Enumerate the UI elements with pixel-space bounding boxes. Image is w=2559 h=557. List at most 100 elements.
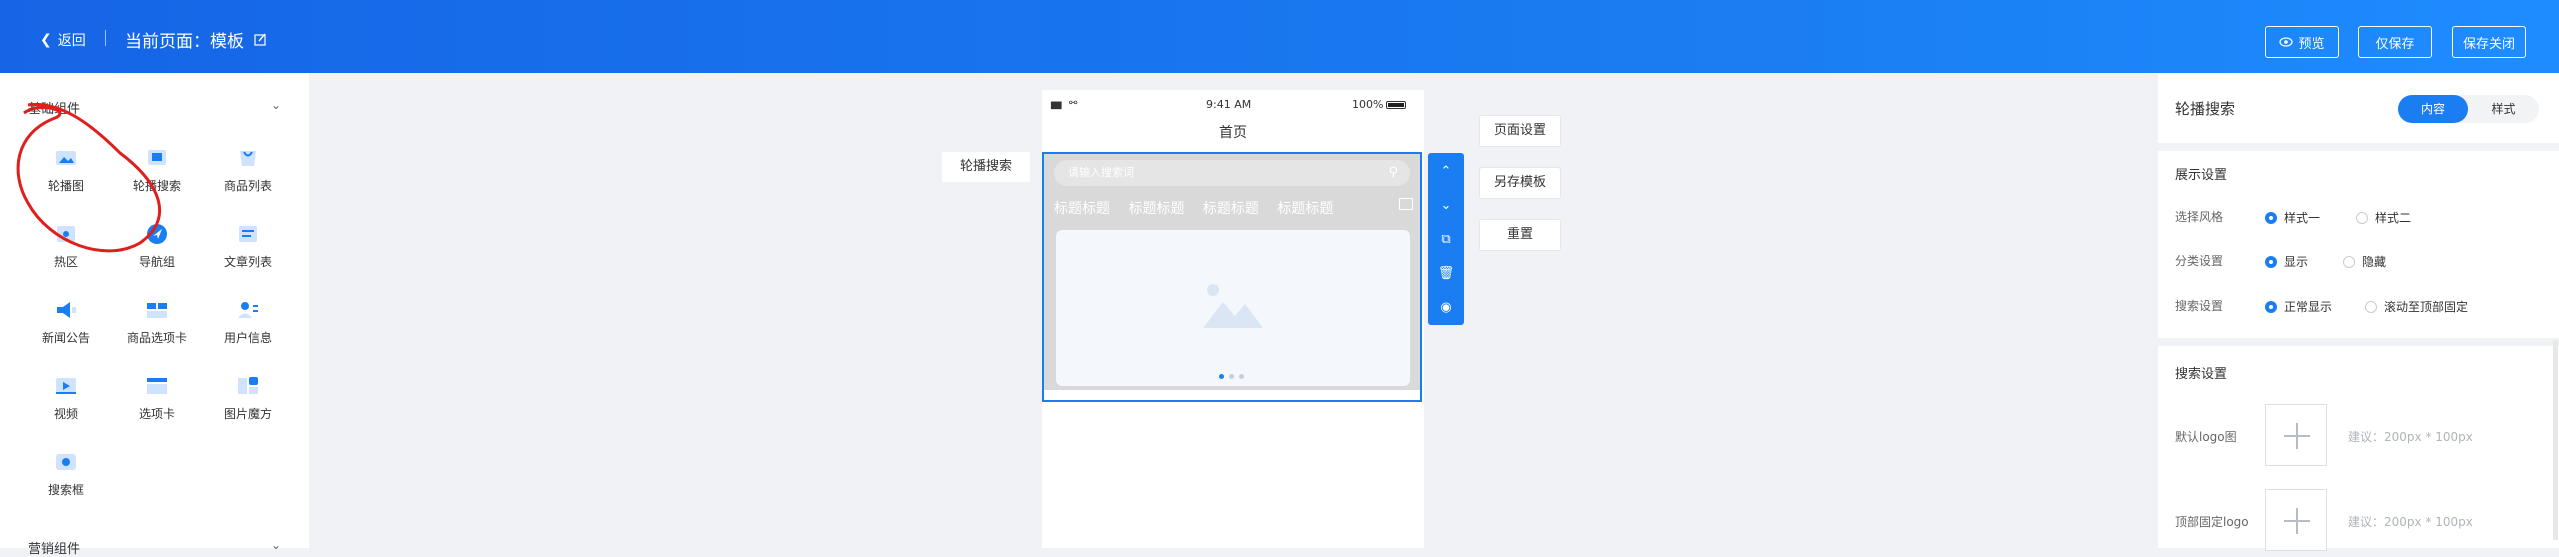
tab-style[interactable]: 样式	[2468, 95, 2539, 123]
style-option-1[interactable]: 样式一	[2265, 209, 2320, 226]
component-toolbar: ⌃ ⌄ ⧉ 🗑 ◉	[1428, 153, 1464, 325]
radio-unchecked	[2365, 300, 2377, 313]
component-label: 选项卡	[138, 407, 175, 421]
radio-unchecked	[2343, 255, 2355, 268]
radio-unchecked	[2356, 211, 2368, 224]
category-option-show[interactable]: 显示	[2265, 253, 2308, 270]
radio-label: 正常显示	[2284, 300, 2333, 314]
back-label: 返回	[57, 33, 86, 49]
radio-checked	[2265, 211, 2277, 224]
video-icon	[53, 373, 79, 399]
component-label: 文章列表	[223, 255, 272, 269]
style-option-2[interactable]: 样式二	[2356, 209, 2411, 226]
component-video[interactable]: 视频	[20, 373, 112, 422]
component-label: 热区	[53, 255, 78, 269]
search-section-title: 搜索设置	[2175, 367, 2228, 382]
move-down-icon[interactable]: ⌄	[1437, 197, 1455, 215]
component-label: 商品选项卡	[126, 331, 187, 345]
search-option-normal[interactable]: 正常显示	[2265, 298, 2332, 315]
component-label: 用户信息	[223, 331, 272, 345]
eye-icon[interactable]: ◉	[1437, 299, 1455, 317]
save-close-label: 保存关闭	[2462, 36, 2515, 52]
save-only-label: 仅保存	[2375, 36, 2415, 52]
radio-label: 样式一	[2284, 211, 2321, 225]
default-logo-upload[interactable]	[2265, 404, 2327, 466]
current-page-label: 当前页面：模板	[125, 32, 244, 52]
divider	[105, 30, 106, 46]
save-only-button[interactable]: 仅保存	[2358, 26, 2432, 58]
component-article-list[interactable]: 文章列表	[202, 221, 294, 270]
page-settings-button[interactable]: 页面设置	[1479, 115, 1561, 147]
scrollbar[interactable]	[2553, 340, 2558, 540]
save-as-template-button[interactable]: 另存模板	[1479, 167, 1561, 199]
radio-label: 滚动至顶部固定	[2384, 300, 2469, 314]
component-product-tabs[interactable]: 商品选项卡	[111, 297, 203, 346]
component-tabs[interactable]: 选项卡	[111, 373, 203, 422]
preview-button[interactable]: 预览	[2265, 26, 2339, 58]
divider	[2158, 143, 2559, 151]
current-page: 当前页面：模板	[125, 27, 267, 52]
back-button[interactable]: ❮ 返回	[40, 30, 86, 50]
status-battery: 100%	[1352, 98, 1384, 111]
component-label: 导航组	[138, 255, 175, 269]
copy-icon[interactable]: ⧉	[1437, 231, 1455, 249]
radio-checked	[2265, 255, 2277, 268]
signal-icon: ▮▮▮	[1050, 100, 1062, 111]
chevron-left-icon: ❮	[40, 32, 52, 48]
search-label: 搜索设置	[2175, 299, 2224, 313]
fixed-logo-upload[interactable]	[2265, 489, 2327, 551]
radio-checked	[2265, 300, 2277, 313]
radio-label: 隐藏	[2362, 255, 2387, 269]
tab-content[interactable]: 内容	[2398, 95, 2468, 123]
default-logo-label: 默认logo图	[2175, 430, 2237, 444]
tabs-icon	[144, 373, 170, 399]
move-up-icon[interactable]: ⌃	[1437, 163, 1455, 181]
battery-icon	[1386, 101, 1406, 109]
article-icon	[235, 221, 261, 247]
fixed-logo-hint: 建议：200px * 100px	[2348, 515, 2473, 529]
user-icon	[235, 297, 261, 323]
style-label: 选择风格	[2175, 210, 2224, 224]
annotation-circle	[16, 103, 162, 253]
chevron-down-icon[interactable]: ⌄	[271, 98, 281, 112]
reset-button[interactable]: 重置	[1479, 219, 1561, 251]
search-box-icon	[53, 449, 79, 475]
component-product-list[interactable]: 商品列表	[202, 145, 294, 194]
status-time: 9:41 AM	[1206, 98, 1252, 111]
image-cube-icon	[235, 373, 261, 399]
delete-icon[interactable]: 🗑	[1437, 265, 1455, 283]
preview-label: 预览	[2298, 36, 2325, 52]
component-panel: 基础组件 ⌄ 轮播图 轮播搜索 商品列表 热区 导航组 文章列表 新闻公告 商品…	[0, 73, 309, 557]
bag-icon	[235, 145, 261, 171]
tab-switch: 内容 样式	[2398, 95, 2539, 123]
eye-icon	[2279, 37, 2294, 47]
component-search-box[interactable]: 搜索框	[20, 449, 112, 498]
save-close-button[interactable]: 保存关闭	[2452, 26, 2526, 58]
radio-label: 显示	[2284, 255, 2309, 269]
top-bar: ❮ 返回 当前页面：模板 预览 仅保存 保存关闭	[0, 0, 2559, 73]
component-label: 视频	[53, 407, 78, 421]
announcement-icon	[53, 297, 79, 323]
selected-outline	[1042, 152, 1422, 402]
edit-icon[interactable]	[254, 33, 267, 46]
divider	[2158, 338, 2559, 346]
radio-label: 样式二	[2375, 211, 2412, 225]
product-tabs-icon	[144, 297, 170, 323]
component-user-info[interactable]: 用户信息	[202, 297, 294, 346]
component-announcement[interactable]: 新闻公告	[20, 297, 112, 346]
component-label: 图片魔方	[223, 407, 272, 421]
category-option-hide[interactable]: 隐藏	[2343, 253, 2386, 270]
component-label: 搜索框	[47, 483, 84, 497]
component-label: 商品列表	[223, 179, 272, 193]
fixed-logo-label: 顶部固定logo	[2175, 515, 2249, 529]
category-label: 分类设置	[2175, 254, 2224, 268]
page-title: 首页	[1219, 125, 1247, 141]
search-option-sticky[interactable]: 滚动至顶部固定	[2365, 298, 2468, 315]
panel-title: 轮播搜索	[2175, 100, 2236, 118]
component-tag: 轮播搜索	[942, 152, 1030, 182]
component-label: 新闻公告	[41, 331, 90, 345]
component-image-cube[interactable]: 图片魔方	[202, 373, 294, 422]
status-bar: ▮▮▮ ⚯ 9:41 AM 100%	[1042, 90, 1424, 120]
default-logo-hint: 建议：200px * 100px	[2348, 430, 2473, 444]
chevron-down-icon[interactable]: ⌄	[271, 538, 281, 552]
